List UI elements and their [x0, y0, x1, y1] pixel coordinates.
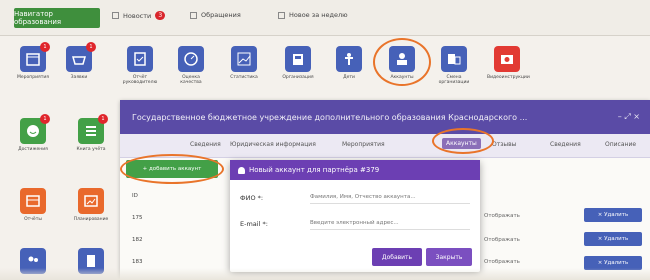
tab-legal[interactable]: Юридическая информация [230, 141, 316, 148]
checkbox-icon [190, 11, 197, 19]
switch-icon [448, 54, 461, 65]
window-controls-icon[interactable]: – ⤢ × [618, 112, 640, 122]
tile-label: Достижения [18, 147, 48, 152]
panel-header: Государственное бюджетное учреждение доп… [120, 100, 650, 134]
tile-label: Статистика [230, 75, 258, 80]
doc-icon [87, 255, 95, 267]
fio-label: ФИО *: [240, 194, 264, 202]
tab-reviews[interactable]: Отзывы [492, 141, 516, 148]
tile-stats[interactable] [231, 46, 257, 72]
tile-label: Мероприятия [17, 75, 49, 80]
app-logo[interactable]: Навигатор образования [14, 8, 100, 28]
smile-icon [27, 125, 39, 137]
plan-icon [84, 195, 98, 207]
chart-icon [237, 52, 251, 66]
row-visibility: Отображать [484, 237, 520, 243]
add-button[interactable]: Добавить [372, 248, 422, 266]
tile-children[interactable] [336, 46, 362, 72]
topnav-week-label: Новое за неделю [289, 11, 348, 19]
tile-reports[interactable] [20, 188, 46, 214]
tile-label: Книга учёта [76, 147, 106, 152]
building-icon [293, 54, 303, 65]
panel-title: Государственное бюджетное учреждение доп… [132, 112, 528, 122]
people-icon [28, 256, 38, 262]
tile-quality[interactable] [178, 46, 204, 72]
topnav-news[interactable]: Новости 3 [112, 11, 166, 20]
basket-icon [72, 56, 86, 65]
modal-header: Новый аккаунт для партнёра #379 [230, 160, 480, 180]
tile-label: Планирование [73, 217, 109, 222]
news-count-badge: 3 [155, 11, 166, 20]
bottom-fade [0, 268, 650, 280]
tile-badge: 1 [86, 42, 96, 52]
tab-events[interactable]: Мероприятия [342, 141, 385, 148]
tab-description[interactable]: Описание [605, 141, 636, 148]
tile-label: Оценка качества [180, 75, 202, 85]
tile-ledger[interactable]: 1 [78, 114, 108, 144]
tile-label: Отчёт руководителю [122, 75, 158, 85]
topnav-week[interactable]: Новое за неделю [278, 11, 348, 19]
row-visibility: Отображать [484, 213, 520, 219]
tab-info[interactable]: Сведения [190, 141, 221, 148]
tile-badge: 1 [40, 42, 50, 52]
row-id: 183 [132, 259, 143, 265]
panel-tabs: Сведения Юридическая информация Мероприя… [120, 134, 650, 158]
highlight-circle [432, 128, 494, 154]
modal-title: Новый аккаунт для партнёра #379 [249, 166, 380, 174]
tile-label: Смена организации [438, 75, 470, 85]
tile-label: Организация [282, 75, 314, 80]
tile-achievements[interactable]: 1 [20, 114, 50, 144]
tab-details[interactable]: Сведения [550, 141, 581, 148]
video-icon [501, 55, 513, 64]
tile-video[interactable] [494, 46, 520, 72]
tile-badge: 1 [98, 114, 108, 124]
highlight-circle [373, 38, 431, 86]
tile-organization[interactable] [285, 46, 311, 72]
column-header-id: ID [132, 193, 138, 199]
row-id: 182 [132, 237, 143, 243]
tile-planning[interactable] [78, 188, 104, 214]
gauge-icon [184, 52, 198, 66]
top-bar: Навигатор образования Новости 3 Обращени… [0, 0, 650, 36]
tile-switch-org[interactable] [441, 46, 467, 72]
tile-label: Дети [343, 75, 355, 80]
close-button[interactable]: Закрыть [426, 248, 472, 266]
flag-icon [278, 11, 285, 19]
delete-row-button[interactable]: × Удалить [584, 208, 642, 222]
new-account-modal: Новый аккаунт для партнёра #379 ФИО *: E… [230, 160, 480, 272]
tile-report[interactable] [127, 46, 153, 72]
checkbox-icon [112, 12, 119, 19]
tile-badge: 1 [40, 114, 50, 124]
row-visibility: Отображать [484, 259, 520, 265]
row-id: 175 [132, 215, 143, 221]
topnav-requests[interactable]: Обращения [190, 11, 241, 19]
fio-input[interactable] [310, 190, 470, 204]
calendar-icon [26, 53, 40, 66]
highlight-circle [120, 154, 224, 184]
list-icon [86, 126, 96, 136]
email-input[interactable] [310, 216, 470, 230]
tile-label: Видеоинструкции [487, 75, 530, 80]
user-icon [238, 166, 245, 174]
tile-requests[interactable]: 1 [66, 42, 96, 72]
delete-row-button[interactable]: × Удалить [584, 232, 642, 246]
table-icon [26, 195, 40, 207]
tile-label: Заявки [70, 75, 88, 80]
topnav-news-label: Новости [123, 11, 152, 20]
clipboard-icon [134, 52, 146, 66]
child-icon [345, 53, 353, 65]
tile-events[interactable]: 1 [20, 42, 50, 72]
email-label: E-mail *: [240, 220, 268, 228]
tile-label: Отчёты [24, 217, 42, 222]
topnav-requests-label: Обращения [201, 11, 241, 19]
